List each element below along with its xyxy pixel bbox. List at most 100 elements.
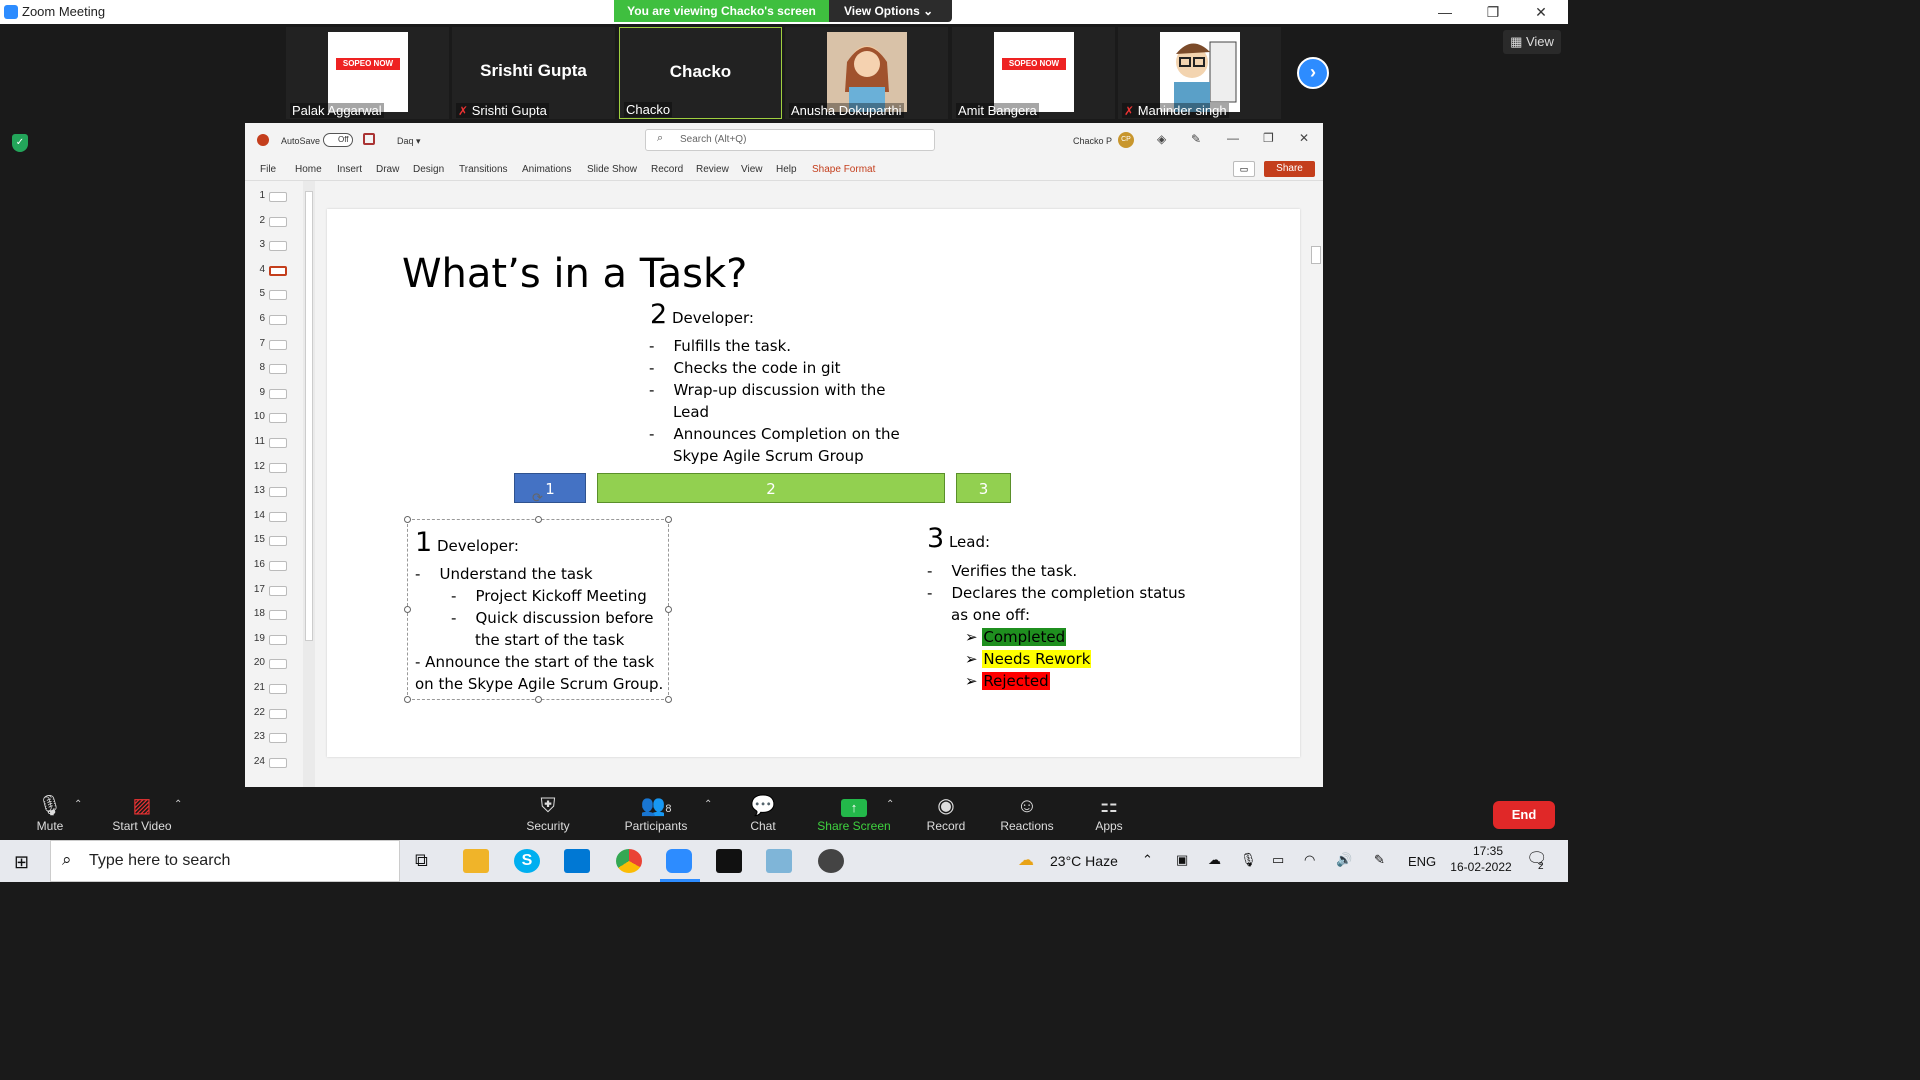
restore-icon[interactable]: ❐	[1470, 0, 1516, 24]
slide-thumbnail-number[interactable]: 4	[245, 264, 265, 275]
scroll-thumb[interactable]	[305, 191, 313, 641]
slide-thumbnail[interactable]	[269, 634, 287, 645]
slide-thumbnail[interactable]	[269, 265, 287, 276]
slide-thumbnail[interactable]	[269, 511, 287, 522]
volume-icon[interactable]: 🔊	[1336, 852, 1352, 868]
language-indicator[interactable]: ENG	[1408, 854, 1436, 869]
tab-record[interactable]: Record	[651, 164, 683, 175]
slide-thumbnail[interactable]	[269, 192, 287, 202]
resize-handle[interactable]	[665, 606, 672, 613]
slide-thumbnail-number[interactable]: 12	[245, 461, 265, 472]
slide-thumbnail-number[interactable]: 17	[245, 584, 265, 595]
slide-thumbnail[interactable]	[269, 561, 287, 571]
slide-thumbnail-number[interactable]: 22	[245, 707, 265, 718]
comment-icon[interactable]: ▭	[1233, 161, 1255, 177]
minimize-icon[interactable]: —	[1422, 0, 1468, 24]
slide-thumbnail-number[interactable]: 8	[245, 362, 265, 373]
slide-thumbnail[interactable]	[269, 290, 287, 301]
slide-thumbnail[interactable]	[269, 388, 287, 399]
chrome-icon[interactable]	[616, 849, 642, 873]
tray-icon[interactable]: ☁	[1208, 852, 1221, 868]
save-icon[interactable]	[363, 133, 375, 145]
slide-thumbnail-number[interactable]: 18	[245, 608, 265, 619]
mute-button[interactable]: 🎙 Mute	[0, 793, 100, 833]
skype-icon[interactable]: S	[514, 849, 540, 873]
slide-thumbnail[interactable]	[269, 684, 287, 694]
slide-thumbnail-number[interactable]: 16	[245, 559, 265, 570]
slide-thumbnail[interactable]	[269, 315, 287, 325]
zoom-icon[interactable]	[666, 849, 692, 873]
scroll-thumb[interactable]	[1311, 246, 1321, 264]
windows-start-icon[interactable]: ⊞	[14, 852, 29, 873]
security-button[interactable]: ⛨ Security	[498, 793, 598, 833]
slide-thumbnail-number[interactable]: 9	[245, 387, 265, 398]
app-icon[interactable]	[766, 849, 792, 873]
slide-thumbnail[interactable]	[269, 487, 287, 498]
slide-thumbnail[interactable]	[269, 216, 287, 227]
slide-thumbnail[interactable]	[269, 438, 287, 448]
tab-help[interactable]: Help	[776, 164, 797, 175]
slide-thumbnail-number[interactable]: 14	[245, 510, 265, 521]
chevron-up-icon[interactable]: ⌃	[174, 799, 182, 810]
taskbar-search-input[interactable]: Type here to search	[50, 840, 400, 882]
pen-icon[interactable]: ✎	[1374, 852, 1385, 868]
encryption-shield-icon[interactable]: ✓	[12, 134, 28, 152]
participant-tile[interactable]: SOPEO NOW Palak Aggarwal	[286, 27, 449, 119]
resize-handle[interactable]	[535, 516, 542, 523]
close-icon[interactable]: ✕	[1518, 0, 1564, 24]
microphone-icon[interactable]: 🎙	[1240, 852, 1257, 868]
slide-thumbnail[interactable]	[269, 708, 287, 719]
tab-review[interactable]: Review	[696, 164, 729, 175]
pen-icon[interactable]: ✎	[1191, 132, 1201, 146]
resize-handle[interactable]	[404, 696, 411, 703]
slide-thumbnail-number[interactable]: 10	[245, 411, 265, 422]
chevron-up-icon[interactable]: ⌃	[74, 799, 82, 810]
view-options-button[interactable]: View Options ⌄	[844, 0, 933, 22]
weather-text[interactable]: 23°C Haze	[1050, 853, 1118, 869]
slide-thumbnail[interactable]	[269, 536, 287, 547]
task-view-icon[interactable]: ⧉	[415, 850, 428, 871]
participant-tile[interactable]: SOPEO NOW Amit Bangera	[952, 27, 1115, 119]
end-meeting-button[interactable]: End	[1493, 801, 1555, 829]
autosave-toggle[interactable]: Off	[323, 133, 353, 147]
restore-icon[interactable]: ❐	[1263, 131, 1274, 145]
next-page-icon[interactable]: ›	[1297, 57, 1329, 89]
tray-icon[interactable]: ▣	[1176, 852, 1188, 868]
slide-thumbnail-number[interactable]: 21	[245, 682, 265, 693]
resize-handle[interactable]	[404, 516, 411, 523]
notifications-icon[interactable]: 🗨	[1526, 849, 1548, 869]
resize-handle[interactable]	[535, 696, 542, 703]
slide-thumbnail[interactable]	[269, 364, 287, 375]
app-icon[interactable]	[818, 849, 844, 873]
view-layout-button[interactable]: ▦ View	[1503, 30, 1561, 54]
participant-tile[interactable]: ✗ Maninder singh	[1118, 27, 1281, 119]
participants-button[interactable]: 👥8 Participants	[606, 793, 706, 833]
timeline-bar-3[interactable]: 3	[956, 473, 1011, 503]
vscode-icon[interactable]	[564, 849, 590, 873]
slide-thumbnail-number[interactable]: 5	[245, 288, 265, 299]
file-explorer-icon[interactable]	[463, 849, 489, 873]
slide-thumbnail[interactable]	[269, 757, 287, 768]
slide-thumbnail-number[interactable]: 11	[245, 436, 265, 447]
timeline-bar-2[interactable]: 2	[597, 473, 945, 503]
tab-shape-format[interactable]: Shape Format	[812, 164, 875, 175]
chat-button[interactable]: 💬 Chat	[713, 793, 813, 833]
slide-thumbnail[interactable]	[269, 610, 287, 621]
wifi-icon[interactable]: ◠	[1304, 852, 1315, 868]
slide-thumbnail[interactable]	[269, 585, 287, 596]
timeline-bar-1[interactable]: 1	[514, 473, 586, 503]
resize-handle[interactable]	[665, 516, 672, 523]
battery-icon[interactable]: ▭	[1272, 852, 1284, 868]
slide-thumbnail-number[interactable]: 2	[245, 215, 265, 226]
tab-slide-show[interactable]: Slide Show	[587, 164, 637, 175]
tab-home[interactable]: Home	[295, 164, 322, 175]
avatar[interactable]: CP	[1118, 132, 1134, 148]
tab-transitions[interactable]: Transitions	[459, 164, 508, 175]
slide-thumbnail[interactable]	[269, 339, 287, 350]
slide-thumbnail[interactable]	[269, 241, 287, 252]
chevron-up-icon[interactable]: ⌃	[704, 799, 712, 810]
participant-tile[interactable]: Anusha Dokuparthi	[785, 27, 948, 119]
diamond-icon[interactable]: ◈	[1157, 132, 1166, 146]
minimize-icon[interactable]: —	[1227, 131, 1239, 145]
tab-view[interactable]: View	[741, 164, 763, 175]
